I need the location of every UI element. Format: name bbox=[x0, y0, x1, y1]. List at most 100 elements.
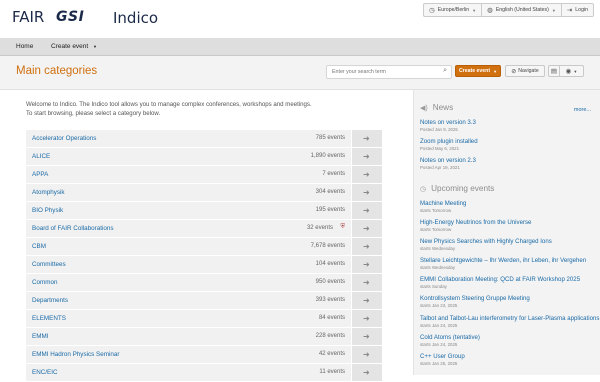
upcoming-event-item[interactable]: New Physics Searches with Highly Charged… bbox=[420, 238, 600, 252]
calendar-view-button[interactable]: ▤ bbox=[548, 65, 560, 77]
upcoming-event-date: starts Wednesday bbox=[420, 246, 456, 251]
category-row[interactable]: EMMI Hadron Physics Seminar 42 events ➜ bbox=[26, 346, 382, 364]
navigate-button[interactable]: ⊘ Navigate bbox=[505, 65, 545, 77]
protected-shield-icon: ⛨ bbox=[340, 224, 345, 230]
timezone-selector[interactable]: ◷ Europe/Berlin ▼ bbox=[424, 4, 483, 16]
upcoming-event-item[interactable]: High-Energy Neutrinos from the Universe … bbox=[420, 219, 600, 233]
arrow-right-icon[interactable]: ➜ bbox=[363, 278, 370, 287]
upcoming-event-item[interactable]: C++ User Group starts Jan 25, 2025 bbox=[420, 353, 600, 367]
upcoming-event-date: starts Jan 24, 2025 bbox=[420, 323, 458, 328]
category-name[interactable]: Committees bbox=[32, 261, 66, 268]
category-row[interactable]: Departments 393 events ➜ bbox=[26, 292, 382, 310]
news-item-date: Posted Jan 9, 2025 bbox=[420, 127, 458, 132]
upcoming-event-title[interactable]: New Physics Searches with Highly Charged… bbox=[420, 238, 600, 246]
category-name[interactable]: EMMI Hadron Physics Seminar bbox=[32, 351, 119, 358]
login-icon: ⇥ bbox=[566, 7, 573, 14]
category-name[interactable]: Board of FAIR Collaborations bbox=[32, 225, 114, 232]
category-event-count: 42 events bbox=[318, 351, 345, 357]
display-options-button[interactable]: ◉ ▼ bbox=[560, 65, 584, 77]
category-row[interactable]: ELEMENTS 84 events ➜ bbox=[26, 310, 382, 328]
timezone-label: Europe/Berlin bbox=[437, 7, 470, 13]
arrow-right-icon[interactable]: ➜ bbox=[363, 332, 370, 341]
arrow-right-icon[interactable]: ➜ bbox=[363, 134, 370, 143]
category-name[interactable]: Atomphysik bbox=[32, 189, 65, 196]
upcoming-event-date: starts Wednesday bbox=[420, 265, 456, 270]
category-name[interactable]: EMMI bbox=[32, 333, 48, 340]
category-name[interactable]: ELEMENTS bbox=[32, 315, 66, 322]
arrow-right-icon[interactable]: ➜ bbox=[363, 152, 370, 161]
language-label: English (United States) bbox=[495, 7, 549, 13]
search-input[interactable] bbox=[327, 66, 436, 78]
upcoming-event-date: starts Jan 25, 2025 bbox=[420, 361, 458, 366]
category-row[interactable]: APPA 7 events ➜ bbox=[26, 166, 382, 184]
category-name[interactable]: Common bbox=[32, 279, 58, 286]
category-name[interactable]: Departments bbox=[32, 297, 68, 304]
upcoming-event-title[interactable]: EMMI Collaboration Meeting: QCD at FAIR … bbox=[420, 276, 600, 284]
arrow-right-icon[interactable]: ➜ bbox=[363, 350, 370, 359]
arrow-right-icon[interactable]: ➜ bbox=[363, 242, 370, 251]
nav-create-event[interactable]: Create event ▼ bbox=[51, 38, 97, 55]
arrow-right-icon[interactable]: ➜ bbox=[363, 260, 370, 269]
news-item[interactable]: Notes on version 3.3 Posted Jan 9, 2025 bbox=[420, 119, 600, 133]
arrow-right-icon[interactable]: ➜ bbox=[363, 296, 370, 305]
category-row[interactable]: Atomphysik 304 events ➜ bbox=[26, 184, 382, 202]
arrow-right-icon[interactable]: ➜ bbox=[363, 224, 370, 233]
news-item-title[interactable]: Notes on version 2.3 bbox=[420, 157, 600, 165]
upcoming-event-item[interactable]: EMMI Collaboration Meeting: QCD at FAIR … bbox=[420, 276, 600, 290]
category-event-count: 84 events bbox=[318, 315, 345, 321]
clock-icon: ◷ bbox=[420, 185, 427, 193]
category-name[interactable]: APPA bbox=[32, 171, 48, 178]
arrow-right-icon[interactable]: ➜ bbox=[363, 314, 370, 323]
category-name[interactable]: Accelerator Operations bbox=[32, 135, 96, 142]
news-item[interactable]: Zoom plugin installed Posted May 6, 2021 bbox=[420, 138, 600, 152]
category-name[interactable]: CBM bbox=[32, 243, 46, 250]
upcoming-event-item[interactable]: Cold Atoms (tentative) starts Jan 24, 20… bbox=[420, 334, 600, 348]
nav-create-event-label: Create event bbox=[51, 43, 89, 50]
news-heading: ◀) News bbox=[420, 103, 453, 112]
category-row[interactable]: Accelerator Operations 785 events ➜ bbox=[26, 130, 382, 148]
category-name[interactable]: BIO Physik bbox=[32, 207, 63, 214]
category-row[interactable]: ENC/EIC 11 events ➜ bbox=[26, 364, 382, 382]
upcoming-heading: ◷ Upcoming events bbox=[420, 184, 494, 193]
search-icon[interactable]: ⌕ bbox=[443, 67, 447, 75]
upcoming-event-item[interactable]: Kontrollsystem Steering Gruppe Meeting s… bbox=[420, 295, 600, 309]
category-event-count: 7,678 events bbox=[310, 243, 345, 249]
news-more-link[interactable]: more... bbox=[574, 107, 591, 113]
upcoming-event-item[interactable]: Talbot and Talbot-Lau interferometry for… bbox=[420, 315, 600, 329]
news-item-title[interactable]: Notes on version 3.3 bbox=[420, 119, 600, 127]
welcome-line-2: To start browsing, please select a categ… bbox=[26, 110, 161, 117]
create-event-button[interactable]: Create event ▼ bbox=[455, 65, 501, 77]
upcoming-event-title[interactable]: Machine Meeting bbox=[420, 200, 600, 208]
login-label: Login bbox=[575, 7, 588, 13]
arrow-right-icon[interactable]: ➜ bbox=[363, 368, 370, 377]
upcoming-event-title[interactable]: Talbot and Talbot-Lau interferometry for… bbox=[420, 315, 600, 323]
navigate-button-label: Navigate bbox=[518, 68, 539, 74]
upcoming-event-title[interactable]: Kontrollsystem Steering Gruppe Meeting bbox=[420, 295, 600, 303]
upcoming-event-title[interactable]: C++ User Group bbox=[420, 353, 600, 361]
arrow-right-icon[interactable]: ➜ bbox=[363, 206, 370, 215]
category-name[interactable]: ALICE bbox=[32, 153, 50, 160]
login-link[interactable]: ⇥ Login bbox=[562, 4, 593, 16]
fair-logo[interactable]: FAIR bbox=[12, 8, 44, 26]
news-item[interactable]: Notes on version 2.3 Posted Apr 19, 2021 bbox=[420, 157, 600, 171]
upcoming-event-title[interactable]: Cold Atoms (tentative) bbox=[420, 334, 600, 342]
category-row[interactable]: Board of FAIR Collaborations 32 events ⛨ ➜ bbox=[26, 220, 382, 238]
app-title[interactable]: Indico bbox=[113, 9, 158, 27]
category-row[interactable]: ALICE 1,890 events ➜ bbox=[26, 148, 382, 166]
category-row[interactable]: EMMI 228 events ➜ bbox=[26, 328, 382, 346]
news-item-title[interactable]: Zoom plugin installed bbox=[420, 138, 600, 146]
category-event-count: 950 events bbox=[315, 279, 345, 285]
category-row[interactable]: BIO Physik 195 events ➜ bbox=[26, 202, 382, 220]
nav-home[interactable]: Home bbox=[16, 38, 33, 55]
upcoming-event-title[interactable]: Stellare Leichtgewichte – Ihr Werden, ih… bbox=[420, 257, 600, 265]
arrow-right-icon[interactable]: ➜ bbox=[363, 170, 370, 179]
upcoming-event-item[interactable]: Stellare Leichtgewichte – Ihr Werden, ih… bbox=[420, 257, 600, 271]
category-row[interactable]: CBM 7,678 events ➜ bbox=[26, 238, 382, 256]
language-selector[interactable]: ◍ English (United States) ▼ bbox=[482, 4, 562, 16]
upcoming-event-item[interactable]: Machine Meeting starts Tomorrow bbox=[420, 200, 600, 214]
category-row[interactable]: Common 950 events ➜ bbox=[26, 274, 382, 292]
arrow-right-icon[interactable]: ➜ bbox=[363, 188, 370, 197]
gsi-logo[interactable]: GSI bbox=[56, 9, 84, 25]
upcoming-event-title[interactable]: High-Energy Neutrinos from the Universe bbox=[420, 219, 600, 227]
category-row[interactable]: Committees 104 events ➜ bbox=[26, 256, 382, 274]
